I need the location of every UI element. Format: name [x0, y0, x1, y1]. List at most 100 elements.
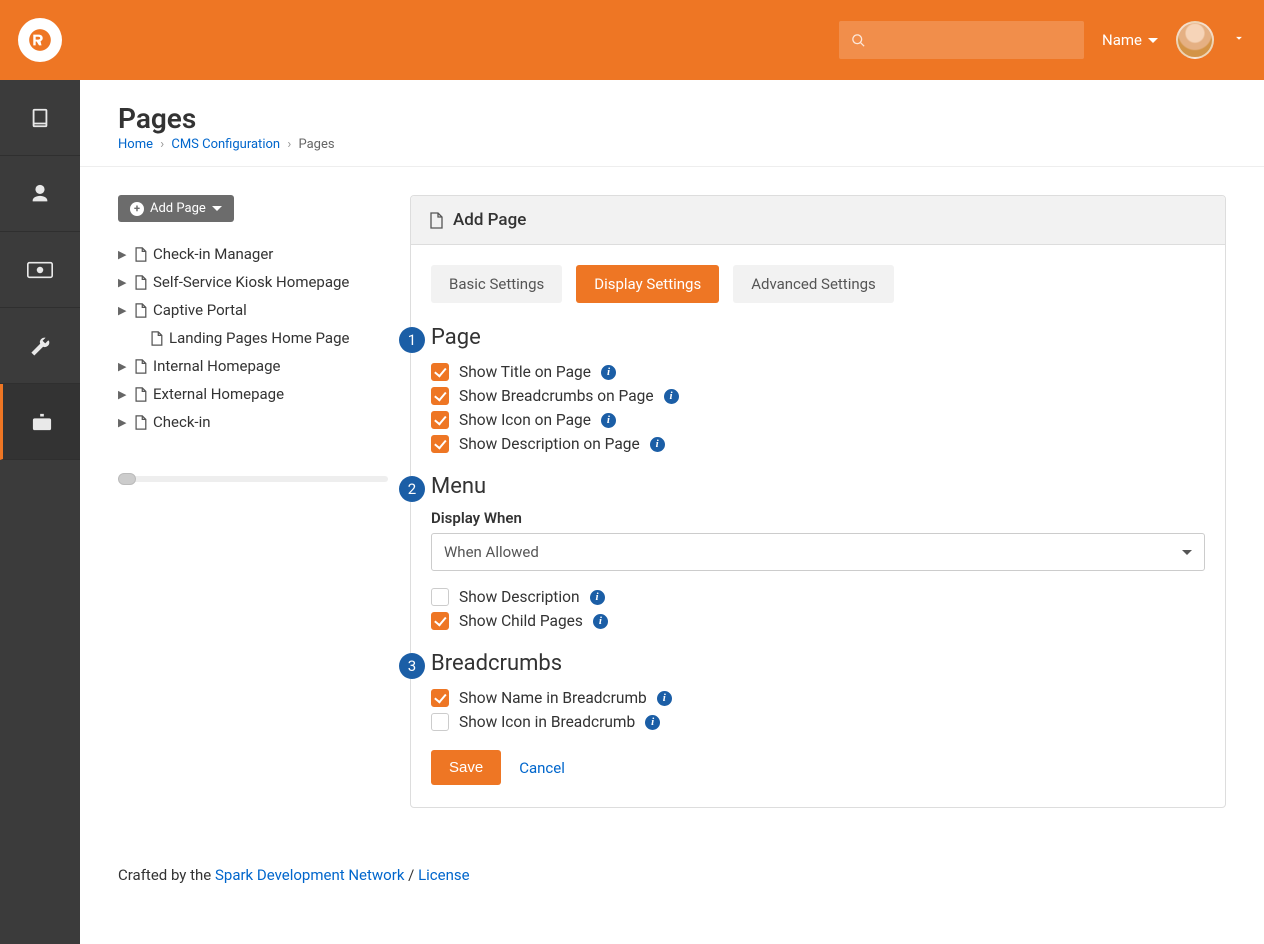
- plus-icon: +: [130, 202, 144, 216]
- tree-item-label: External Homepage: [153, 385, 284, 403]
- footer-link-spark[interactable]: Spark Development Network: [215, 866, 404, 884]
- save-button[interactable]: Save: [431, 750, 501, 785]
- breadcrumb-current: Pages: [298, 137, 334, 152]
- checkbox-row: Show Child Pagesi: [431, 609, 1205, 633]
- add-page-label: Add Page: [150, 201, 206, 216]
- info-icon[interactable]: i: [650, 437, 665, 452]
- tree-item[interactable]: ▶ Captive Portal: [118, 296, 388, 324]
- checkbox-row: Show Description on Pagei: [431, 432, 1205, 456]
- caret-right-icon: ▶: [118, 276, 128, 289]
- tree-item[interactable]: ▶Internal Homepage: [118, 352, 388, 380]
- checkbox[interactable]: [431, 612, 449, 630]
- topbar: Name: [0, 0, 1264, 80]
- footer-sep: /: [404, 866, 418, 884]
- checkbox-label: Show Name in Breadcrumb: [459, 689, 647, 707]
- checkbox-label: Show Icon on Page: [459, 411, 591, 429]
- search-input[interactable]: [839, 21, 1084, 59]
- checkbox-label: Show Description: [459, 588, 580, 606]
- checkbox-row: Show Description i: [431, 585, 1205, 609]
- step-badge-1: 1: [399, 327, 425, 353]
- breadcrumbs: Home › CMS Configuration › Pages: [118, 137, 1226, 152]
- caret-right-icon: ▶: [118, 248, 128, 261]
- step-badge-2: 2: [399, 476, 425, 502]
- tree-item-label: Captive Portal: [153, 301, 247, 319]
- display-when-select[interactable]: When Allowed: [431, 533, 1205, 571]
- checkbox[interactable]: [431, 363, 449, 381]
- info-icon[interactable]: i: [657, 691, 672, 706]
- section-breadcrumbs: 3 Breadcrumbs Show Name in BreadcrumbiSh…: [431, 651, 1205, 734]
- step-badge-3: 3: [399, 653, 425, 679]
- tree-item[interactable]: Landing Pages Home Page: [118, 324, 388, 352]
- sidebar-item-book[interactable]: [0, 80, 80, 156]
- footer-prefix: Crafted by the: [118, 866, 215, 884]
- checkbox-label: Show Title on Page: [459, 363, 591, 381]
- page-tree-panel: + Add Page ▶ Check-in Manager ▶ Self-Servic…: [118, 195, 388, 482]
- sidebar-item-admin[interactable]: [0, 384, 80, 460]
- tree-item[interactable]: ▶ Self-Service Kiosk Homepage: [118, 268, 388, 296]
- tree-item-label: Check-in Manager: [153, 245, 273, 263]
- section-menu: 2 Menu Display When When Allowed Show De…: [431, 474, 1205, 633]
- checkbox-label: Show Icon in Breadcrumb: [459, 713, 635, 731]
- tree-scrollbar[interactable]: [118, 476, 388, 482]
- chevron-down-icon: [1182, 550, 1192, 555]
- panel-header: Add Page: [411, 196, 1225, 245]
- tab[interactable]: Advanced Settings: [733, 265, 894, 303]
- checkbox-row: Show Breadcrumbs on Pagei: [431, 384, 1205, 408]
- sidebar-item-person[interactable]: [0, 156, 80, 232]
- tab[interactable]: Basic Settings: [431, 265, 562, 303]
- display-when-value: When Allowed: [444, 543, 539, 561]
- checkbox-row: Show Name in Breadcrumb i: [431, 686, 1205, 710]
- logo[interactable]: [18, 18, 62, 62]
- breadcrumb-home[interactable]: Home: [118, 137, 153, 152]
- checkbox[interactable]: [431, 713, 449, 731]
- page-tree: ▶ Check-in Manager ▶ Self-Service Kiosk Hom…: [118, 240, 388, 436]
- section-title-menu: Menu: [431, 474, 1205, 499]
- tabs: Basic Settings Display Settings Advanced S…: [431, 265, 1205, 303]
- tree-item[interactable]: ▶ Check-in Manager: [118, 240, 388, 268]
- footer-link-license[interactable]: License: [418, 866, 470, 884]
- tree-item-label: Self-Service Kiosk Homepage: [153, 273, 349, 291]
- checkbox[interactable]: [431, 588, 449, 606]
- chevron-down-icon: [1148, 38, 1158, 43]
- info-icon[interactable]: i: [601, 413, 616, 428]
- chevron-down-icon: [212, 206, 222, 211]
- name-menu[interactable]: Name: [1102, 31, 1158, 49]
- add-page-button[interactable]: + Add Page: [118, 195, 234, 222]
- caret-right-icon: ▶: [118, 304, 128, 317]
- caret-right-icon: ▶: [118, 388, 128, 401]
- content: Pages Home › CMS Configuration › Pages +…: [80, 80, 1264, 944]
- cancel-button[interactable]: Cancel: [519, 759, 565, 777]
- caret-right-icon: ▶: [118, 416, 128, 429]
- checkbox[interactable]: [431, 435, 449, 453]
- info-icon[interactable]: i: [664, 389, 679, 404]
- tree-item[interactable]: ▶ External Homepage: [118, 380, 388, 408]
- info-icon[interactable]: i: [590, 590, 605, 605]
- sidebar-item-money[interactable]: [0, 232, 80, 308]
- section-page: 1 Page Show Title on PageiShow Breadcrum…: [431, 325, 1205, 456]
- info-icon[interactable]: i: [645, 715, 660, 730]
- user-menu-toggle[interactable]: [1232, 31, 1246, 49]
- sidebar-item-tools[interactable]: [0, 308, 80, 384]
- display-when-label: Display When: [431, 509, 1205, 527]
- avatar[interactable]: [1176, 21, 1214, 59]
- checkbox[interactable]: [431, 387, 449, 405]
- info-icon[interactable]: i: [593, 614, 608, 629]
- tree-item-label: Check-in: [153, 413, 211, 431]
- sidebar: [0, 80, 80, 944]
- tree-item[interactable]: ▶ Check-in: [118, 408, 388, 436]
- footer: Crafted by the Spark Development Network…: [80, 836, 1264, 912]
- tab[interactable]: Display Settings: [576, 265, 719, 303]
- checkbox-row: Show Title on Page i: [431, 360, 1205, 384]
- add-page-panel: Add Page Basic Settings Display Settings A…: [410, 195, 1226, 808]
- checkbox[interactable]: [431, 411, 449, 429]
- search-icon: [851, 33, 866, 48]
- breadcrumb-cms[interactable]: CMS Configuration: [171, 137, 280, 152]
- name-menu-label: Name: [1102, 31, 1142, 49]
- caret-right-icon: ▶: [118, 360, 128, 373]
- page-header: Pages Home › CMS Configuration › Pages: [80, 80, 1264, 167]
- page-title: Pages: [118, 102, 1226, 135]
- info-icon[interactable]: i: [601, 365, 616, 380]
- checkbox[interactable]: [431, 689, 449, 707]
- section-title-page: Page: [431, 325, 1205, 350]
- scrollbar-thumb[interactable]: [118, 473, 136, 485]
